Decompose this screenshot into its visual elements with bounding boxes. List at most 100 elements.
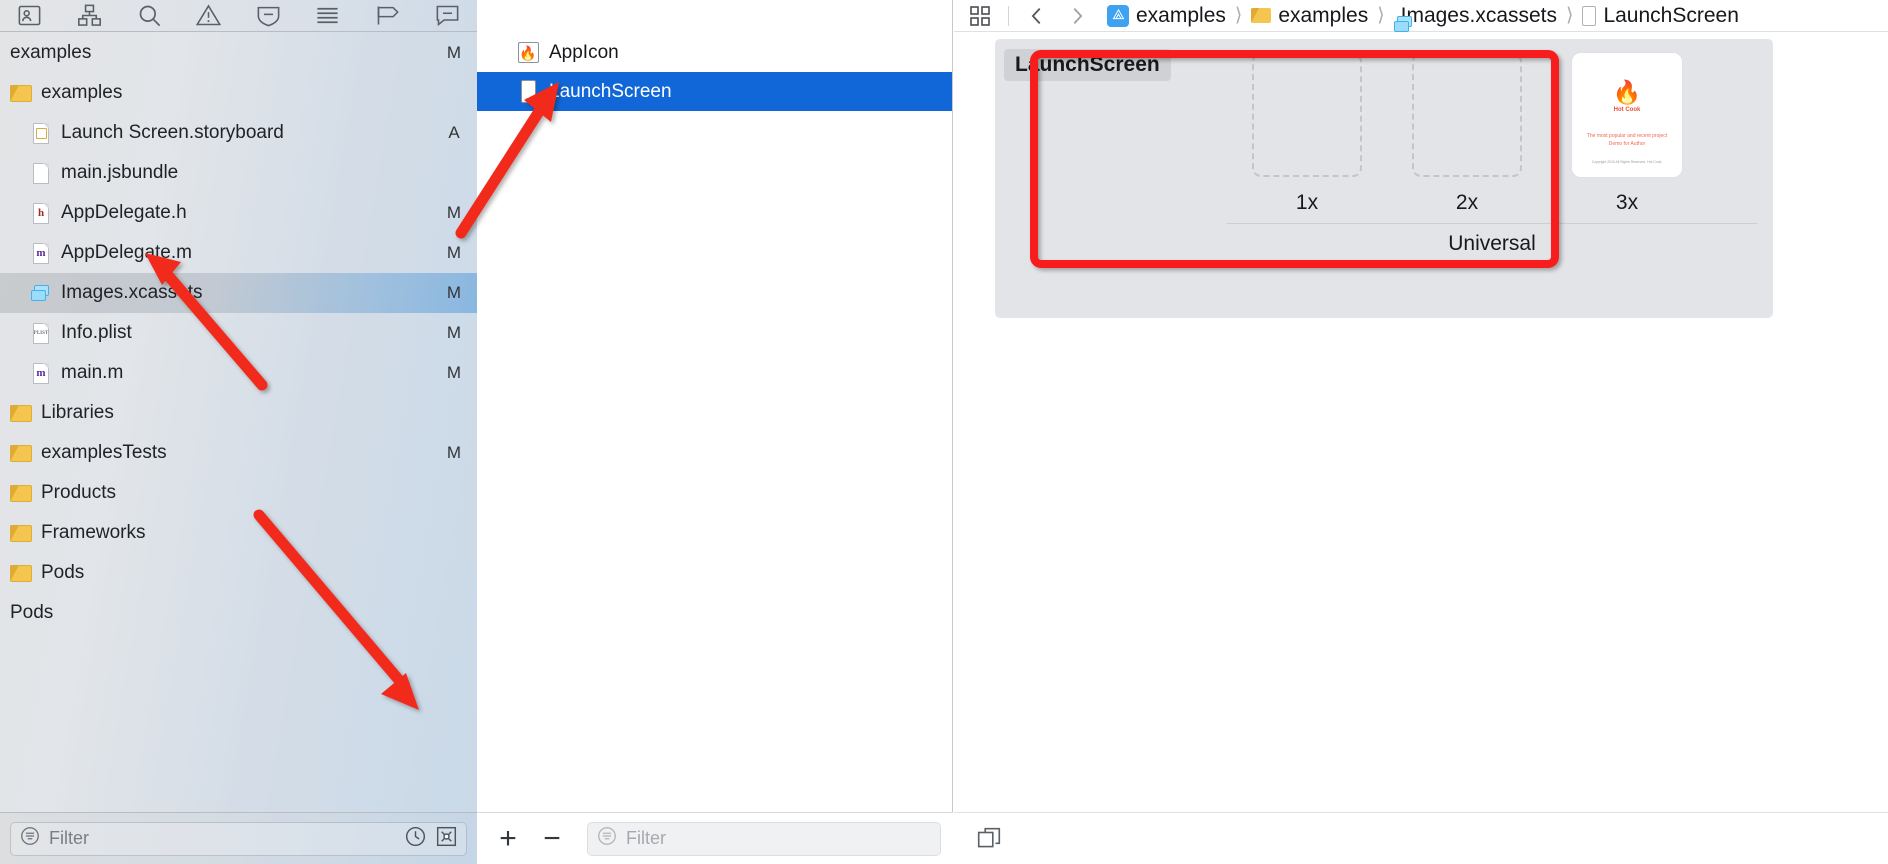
asset-list-rows[interactable]: 🔥 AppIcon LaunchScreen	[477, 33, 952, 812]
asset-detail-canvas: LaunchScreen 1x 2x 🔥 Hot Cook The most p…	[954, 33, 1888, 812]
breadcrumb-item-launchscreen[interactable]: LaunchScreen	[1582, 3, 1739, 28]
navigator-item-label: main.jsbundle	[61, 162, 179, 183]
asset-catalog-list: 🔥 AppIcon LaunchScreen + − Filter	[477, 0, 953, 864]
breakpoint-navigator-icon[interactable]	[358, 0, 418, 32]
remove-asset-button[interactable]: −	[533, 820, 571, 858]
navigator-item-pods-project[interactable]: Pods	[0, 593, 477, 633]
back-button[interactable]	[1017, 0, 1057, 32]
source-control-navigator-icon[interactable]	[60, 0, 120, 32]
asset-list-item-appicon[interactable]: 🔥 AppIcon	[477, 33, 952, 72]
navigator-item-products[interactable]: Products	[0, 473, 477, 513]
navigator-item-label: main.m	[61, 362, 124, 383]
navigator-item-images-xcassets[interactable]: Images.xcassets M	[0, 273, 477, 313]
breadcrumb-item-xcassets[interactable]: Images.xcassets	[1393, 4, 1557, 32]
breadcrumb-separator-icon: ⟩	[1234, 5, 1243, 26]
image-dropzone-1x[interactable]	[1252, 53, 1362, 177]
navigator-item-info-plist[interactable]: PLIST Info.plist M	[0, 313, 477, 353]
forward-button[interactable]	[1057, 0, 1097, 32]
report-navigator-icon[interactable]	[417, 0, 477, 32]
appicon-icon: 🔥	[517, 41, 539, 65]
related-items-icon[interactable]	[960, 0, 1000, 32]
breadcrumb-label: LaunchScreen	[1603, 3, 1739, 27]
asset-list-item-launchscreen[interactable]: LaunchScreen	[477, 72, 952, 111]
navigator-item-appdelegate-m[interactable]: m AppDelegate.m M	[0, 233, 477, 273]
breadcrumb-separator-icon: ⟩	[1566, 5, 1574, 26]
image-dropzone-2x[interactable]	[1412, 53, 1522, 177]
navigator-item-appdelegate-h[interactable]: h AppDelegate.h M	[0, 193, 477, 233]
breadcrumb-label: examples	[1278, 3, 1369, 27]
navigator-item-status: A	[448, 123, 460, 142]
slot-scale-label: 2x	[1455, 191, 1479, 214]
clock-icon[interactable]	[404, 825, 427, 853]
navigator-item-label: Frameworks	[41, 522, 146, 543]
navigator-item-status: M	[446, 243, 462, 262]
device-class-label: Universal	[1448, 232, 1536, 255]
folder-icon	[10, 82, 32, 104]
project-navigator-icon[interactable]	[0, 0, 60, 32]
navigator-item-examples[interactable]: examples	[0, 73, 477, 113]
artwork-brand-label: Hot Cook	[1613, 107, 1641, 113]
image-slot-group: 1x 2x 🔥 Hot Cook The most popular and re…	[1227, 53, 1757, 256]
launchimage-icon	[517, 80, 539, 104]
test-navigator-icon[interactable]	[239, 0, 299, 32]
navigator-filter-input[interactable]: Filter	[10, 821, 467, 856]
asset-editor: examples ⟩ examples ⟩ Images.xcassets ⟩ …	[954, 0, 1888, 864]
navigator-item-label: AppDelegate.h	[61, 202, 187, 223]
navigator-item-main-m[interactable]: m main.m M	[0, 353, 477, 393]
navigator-item-pods-folder[interactable]: Pods	[0, 553, 477, 593]
navigator-item-launch-screen-storyboard[interactable]: Launch Screen.storyboard A	[0, 113, 477, 153]
storyboard-icon	[30, 122, 52, 144]
image-slot-1x[interactable]: 1x	[1227, 53, 1387, 215]
breadcrumb-item-group[interactable]: examples	[1251, 4, 1368, 28]
navigator-root-row[interactable]: examples M	[0, 33, 477, 73]
find-navigator-icon[interactable]	[119, 0, 179, 32]
image-thumbnail-3x[interactable]: 🔥 Hot Cook The most popular and recent p…	[1572, 53, 1682, 177]
navigator-root-label: examples	[10, 42, 92, 63]
folder-icon	[10, 442, 32, 464]
folder-icon	[1251, 8, 1272, 23]
image-slot-2x[interactable]: 2x	[1387, 53, 1547, 215]
debug-navigator-icon[interactable]	[298, 0, 358, 32]
asset-list-filter-input[interactable]: Filter	[587, 821, 941, 856]
navigator-item-examplestests[interactable]: examplesTests M	[0, 433, 477, 473]
folder-icon	[10, 482, 32, 504]
show-assistant-icon[interactable]	[972, 822, 1006, 856]
flame-logo-icon: 🔥	[1612, 79, 1642, 105]
source-control-filter-icon[interactable]	[435, 825, 458, 853]
navigator-item-main-jsbundle[interactable]: main.jsbundle	[0, 153, 477, 193]
project-navigator: examples M examples Launch Screen.storyb…	[0, 0, 477, 864]
navigator-filter-placeholder: Filter	[49, 828, 89, 848]
objc-file-icon: m	[30, 242, 52, 264]
navigator-item-status: M	[446, 323, 462, 342]
breadcrumb-item-project[interactable]: examples	[1107, 4, 1226, 28]
navigator-item-label: examplesTests	[41, 442, 167, 463]
navigator-item-label: AppDelegate.m	[61, 242, 192, 263]
add-asset-button[interactable]: +	[489, 820, 527, 858]
filter-icon	[19, 825, 41, 852]
navigator-item-label: Images.xcassets	[61, 282, 203, 303]
asset-set-title: LaunchScreen	[1004, 49, 1171, 81]
asset-list-filter-placeholder: Filter	[626, 828, 666, 848]
navigator-filter-bar: Filter	[0, 812, 477, 864]
navigator-toolbar	[0, 0, 477, 32]
navigator-item-status: M	[446, 443, 462, 462]
artwork-footer: Copyright 2016 All Rights Reserved. Hot …	[1591, 160, 1663, 165]
navigator-root-status: M	[446, 43, 462, 62]
breadcrumb-label: examples	[1136, 3, 1226, 27]
asset-list-toolbar: + − Filter	[477, 812, 953, 864]
issue-navigator-icon[interactable]	[179, 0, 239, 32]
navigator-item-status: M	[446, 203, 462, 222]
toolbar-divider	[1008, 5, 1009, 26]
navigator-item-status: M	[446, 363, 462, 382]
navigator-item-libraries[interactable]: Libraries	[0, 393, 477, 433]
image-slot-3x[interactable]: 🔥 Hot Cook The most popular and recent p…	[1547, 53, 1707, 215]
slot-divider	[1227, 223, 1757, 224]
objc-file-icon: m	[30, 362, 52, 384]
asset-list-item-label: AppIcon	[549, 41, 619, 63]
navigator-file-list[interactable]: examples M examples Launch Screen.storyb…	[0, 33, 477, 812]
xcode-window: examples M examples Launch Screen.storyb…	[0, 0, 1888, 864]
navigator-item-label: Pods	[41, 562, 85, 583]
navigator-item-frameworks[interactable]: Frameworks	[0, 513, 477, 553]
plist-file-icon: PLIST	[30, 322, 52, 344]
file-icon	[30, 162, 52, 184]
